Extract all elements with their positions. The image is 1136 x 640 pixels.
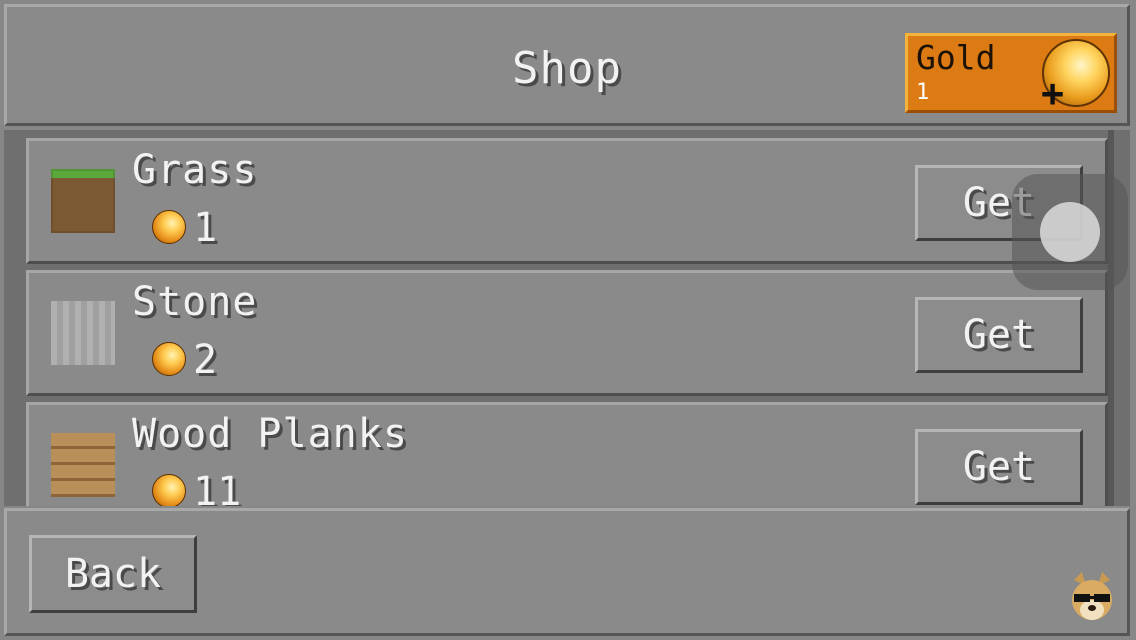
gold-coin-icon (152, 210, 186, 244)
shop-item-row: Wood Planks 11 Get (26, 402, 1108, 506)
wood-planks-icon (51, 433, 115, 497)
get-button[interactable]: Get (915, 429, 1083, 505)
gold-coin-icon (152, 342, 186, 376)
gold-coin-icon (152, 474, 186, 506)
shop-item-list[interactable]: Grass 1 Get Stone 2 Get Wood Planks 11 G… (4, 130, 1130, 506)
shop-header: Shop Gold 1 + (4, 4, 1130, 126)
item-name: Stone (132, 279, 258, 325)
shop-item-row: Grass 1 Get (26, 138, 1108, 264)
item-price: 1 (193, 205, 218, 251)
gold-amount: 1 (916, 80, 930, 105)
stone-block-icon (51, 301, 115, 365)
item-price: 2 (193, 337, 218, 383)
get-button[interactable]: Get (915, 297, 1083, 373)
item-price: 11 (193, 469, 242, 506)
grass-block-icon (51, 169, 115, 233)
plus-icon: + (1041, 71, 1064, 115)
shop-screen: Shop Gold 1 + Grass 1 Get Stone 2 Get Wo… (0, 0, 1136, 640)
gold-counter-button[interactable]: Gold 1 + (905, 33, 1117, 113)
touch-indicator-icon (1012, 174, 1128, 290)
shop-footer: Back (4, 508, 1130, 636)
item-name: Wood Planks (132, 411, 408, 457)
gold-label: Gold (916, 38, 996, 77)
doge-sunglasses-icon (1072, 572, 1112, 620)
back-button[interactable]: Back (29, 535, 197, 613)
item-name: Grass (132, 147, 258, 193)
shop-item-row: Stone 2 Get (26, 270, 1108, 396)
